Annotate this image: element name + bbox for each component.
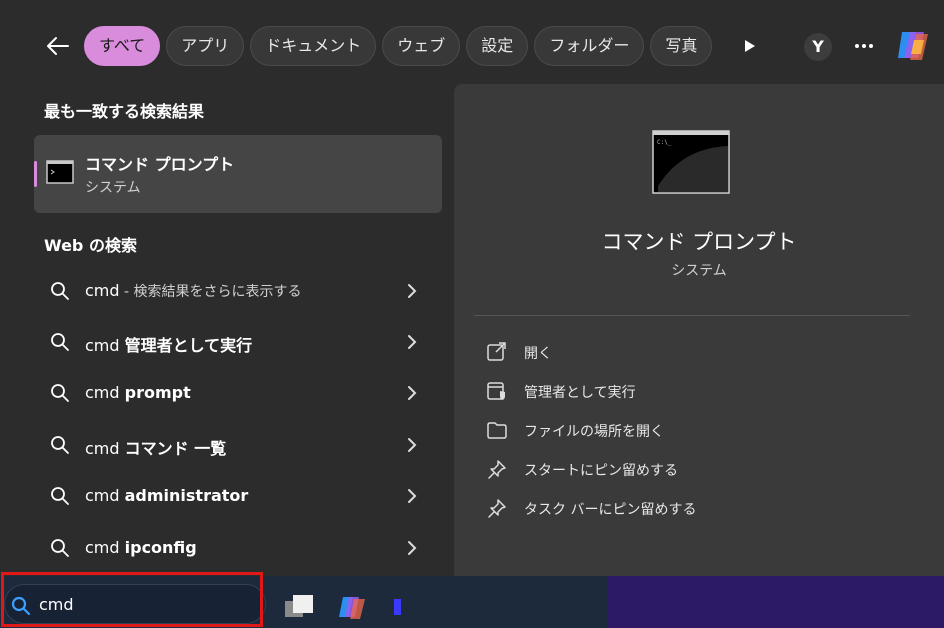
action-label: 管理者として実行 [524,385,636,401]
taskbar: cmd [0,576,944,628]
action-open[interactable]: 開く [486,336,906,368]
tab-apps[interactable]: アプリ [166,26,245,66]
tab-photos[interactable]: 写真 [650,26,713,66]
web-result-label: cmd ipconfig [85,538,197,557]
preview-subtitle: システム [671,263,727,279]
back-button[interactable] [40,28,76,64]
selection-indicator [34,161,37,187]
copilot-taskbar-icon[interactable] [337,593,367,621]
pin-icon [488,460,506,479]
command-prompt-icon [46,160,74,184]
chevron-right-icon [408,541,417,555]
folder-icon [487,422,507,439]
copilot-button[interactable] [894,26,932,64]
chevron-right-icon [408,284,417,298]
results-pane: 最も一致する検索結果 コマンド プロンプト システム Web の検索 cmd -… [0,84,452,576]
avatar[interactable]: Y [804,33,832,61]
best-match-heading: 最も一致する検索結果 [44,102,205,121]
web-result-label: cmd prompt [85,383,191,402]
chevron-right-icon [408,335,417,349]
chevron-right-icon [408,489,417,503]
web-result-label: cmd コマンド 一覧 [85,439,227,458]
tab-web[interactable]: ウェブ [382,26,461,66]
search-icon [51,333,69,351]
search-icon [51,282,69,300]
web-search-heading: Web の検索 [44,236,137,255]
search-icon [51,384,69,402]
chevron-right-icon [408,386,417,400]
action-run-as-admin[interactable]: 管理者として実行 [486,375,906,407]
web-result-label: cmd administrator [85,486,249,505]
action-label: ファイルの場所を開く [524,424,664,440]
copilot-icon [898,32,928,60]
search-icon [51,487,69,505]
search-icon [51,436,69,454]
action-pin-to-start[interactable]: スタートにピン留めする [486,453,906,485]
svg-text:C:\_: C:\_ [657,139,672,146]
preview-title: コマンド プロンプト [601,230,797,254]
admin-shield-icon [487,382,505,400]
search-input[interactable]: cmd [39,595,74,614]
tab-all[interactable]: すべて [84,26,161,66]
action-pin-to-taskbar[interactable]: タスク バーにピン留めする [486,492,906,524]
more-dots-icon [855,44,873,48]
action-label: スタートにピン留めする [524,463,678,479]
web-result-label: cmd - 検索結果をさらに表示する [85,281,302,300]
best-match-subtitle: システム [85,180,141,196]
best-match-title: コマンド プロンプト [85,155,235,174]
search-icon [51,539,69,557]
action-open-file-location[interactable]: ファイルの場所を開く [486,414,906,446]
web-result-item[interactable]: cmd prompt [34,370,442,416]
pin-icon [488,499,506,518]
open-icon [487,342,506,361]
scroll-tabs-button[interactable] [738,32,762,60]
taskbar-right-area [608,576,944,628]
best-match-result[interactable]: コマンド プロンプト システム [34,135,442,213]
task-view-icon[interactable] [283,593,315,621]
web-result-item[interactable]: cmd ipconfig [34,525,442,571]
action-label: タスク バーにピン留めする [524,502,697,518]
tab-documents[interactable]: ドキュメント [250,26,377,66]
chevron-right-icon [408,438,417,452]
web-result-label: cmd 管理者として実行 [85,336,253,355]
divider [474,315,910,316]
search-icon [11,596,31,616]
more-options-button[interactable] [850,32,878,60]
tab-settings[interactable]: 設定 [466,26,529,66]
preview-pane: C:\_ コマンド プロンプト システム 開く 管理者として実行 ファイルの場所… [454,84,944,576]
command-prompt-large-icon: C:\_ [652,130,730,194]
web-result-item[interactable]: cmd - 検索結果をさらに表示する [34,268,442,314]
web-result-item[interactable]: cmd 管理者として実行 [34,319,442,365]
web-result-item[interactable]: cmd コマンド 一覧 [34,422,442,468]
back-arrow-icon [47,37,69,55]
tab-folders[interactable]: フォルダー [534,26,645,66]
play-icon [745,40,755,52]
filter-tabs: すべて アプリ ドキュメント ウェブ 設定 フォルダー 写真 [84,26,718,66]
app-taskbar-icon[interactable] [392,593,404,621]
top-bar: すべて アプリ ドキュメント ウェブ 設定 フォルダー 写真 Y [0,0,944,84]
web-result-item[interactable]: cmd administrator [34,473,442,519]
action-label: 開く [524,346,552,362]
taskbar-search-box[interactable]: cmd [4,584,266,624]
